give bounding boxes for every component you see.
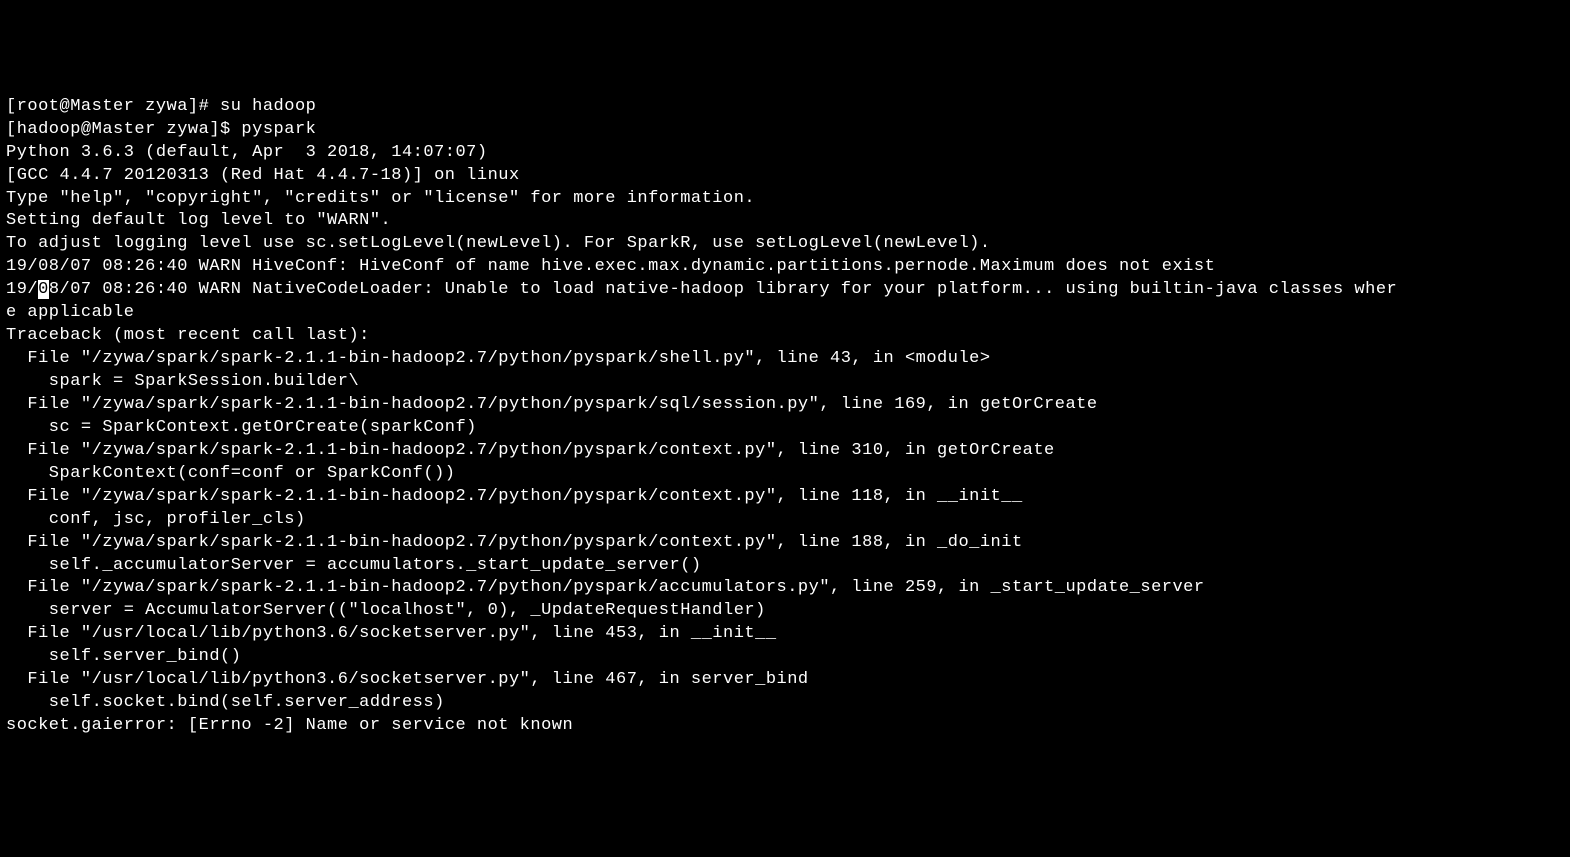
terminal-line: self.socket.bind(self.server_address) <box>6 693 445 712</box>
cursor-after: 8/07 08:26:40 WARN NativeCodeLoader: Una… <box>49 280 1397 299</box>
terminal-line: 19/08/07 08:26:40 WARN HiveConf: HiveCon… <box>6 257 1215 276</box>
terminal-line: spark = SparkSession.builder\ <box>6 372 359 391</box>
terminal-line: SparkContext(conf=conf or SparkConf()) <box>6 464 455 483</box>
terminal-line: File "/usr/local/lib/python3.6/socketser… <box>6 670 809 689</box>
terminal-line: e applicable <box>6 303 134 322</box>
terminal-cursor: 0 <box>38 280 49 299</box>
terminal-line: socket.gaierror: [Errno -2] Name or serv… <box>6 716 573 735</box>
terminal-line: Type "help", "copyright", "credits" or "… <box>6 189 755 208</box>
terminal-line: File "/zywa/spark/spark-2.1.1-bin-hadoop… <box>6 533 1023 552</box>
terminal-line: conf, jsc, profiler_cls) <box>6 510 306 529</box>
terminal-line-with-cursor: 19/08/07 08:26:40 WARN NativeCodeLoader:… <box>6 280 1397 299</box>
terminal-line: File "/zywa/spark/spark-2.1.1-bin-hadoop… <box>6 578 1205 597</box>
terminal-line: Python 3.6.3 (default, Apr 3 2018, 14:07… <box>6 143 488 162</box>
terminal-line: [hadoop@Master zywa]$ pyspark <box>6 120 316 139</box>
terminal-line: File "/zywa/spark/spark-2.1.1-bin-hadoop… <box>6 395 1098 414</box>
terminal-line: self._accumulatorServer = accumulators._… <box>6 556 702 575</box>
terminal-line: File "/zywa/spark/spark-2.1.1-bin-hadoop… <box>6 349 991 368</box>
cursor-before: 19/ <box>6 280 38 299</box>
terminal-line: server = AccumulatorServer(("localhost",… <box>6 601 766 620</box>
terminal-line: sc = SparkContext.getOrCreate(sparkConf) <box>6 418 477 437</box>
terminal-line: File "/usr/local/lib/python3.6/socketser… <box>6 624 777 643</box>
terminal-line: [GCC 4.4.7 20120313 (Red Hat 4.4.7-18)] … <box>6 166 520 185</box>
terminal-line: Traceback (most recent call last): <box>6 326 370 345</box>
terminal-line: File "/zywa/spark/spark-2.1.1-bin-hadoop… <box>6 441 1055 460</box>
terminal-line: To adjust logging level use sc.setLogLev… <box>6 234 991 253</box>
terminal-line: [root@Master zywa]# su hadoop <box>6 97 316 116</box>
terminal-window[interactable]: [root@Master zywa]# su hadoop [hadoop@Ma… <box>6 96 1570 738</box>
terminal-line: File "/zywa/spark/spark-2.1.1-bin-hadoop… <box>6 487 1023 506</box>
terminal-line: self.server_bind() <box>6 647 241 666</box>
terminal-line: Setting default log level to "WARN". <box>6 211 391 230</box>
